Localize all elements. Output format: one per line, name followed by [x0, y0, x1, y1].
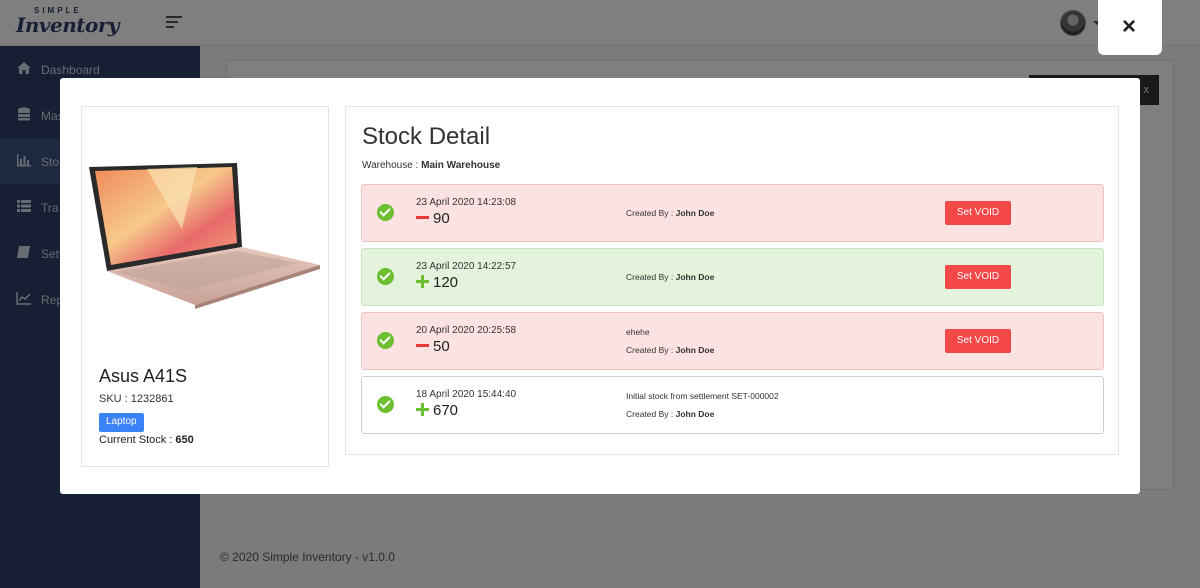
- set-void-button[interactable]: Set VOID: [945, 329, 1011, 353]
- product-sku: SKU : 1232861: [99, 393, 174, 405]
- product-image: [89, 163, 320, 309]
- warehouse-info: Warehouse : Main Warehouse: [362, 160, 500, 171]
- current-stock-label: Current Stock :: [99, 434, 176, 446]
- warehouse-label: Warehouse :: [362, 160, 422, 171]
- entry-date: 23 April 2020 14:22:57: [416, 261, 517, 272]
- created-by-value: John Doe: [675, 409, 715, 419]
- entry-quantity: 670: [416, 402, 458, 420]
- created-by-value: John Doe: [675, 208, 715, 218]
- stock-detail-panel: Stock Detail Warehouse : Main Warehouse …: [345, 106, 1119, 455]
- product-panel: Asus A41S SKU : 1232861 Laptop Current S…: [81, 106, 329, 467]
- entry-quantity: 90: [416, 210, 450, 228]
- created-by-value: John Doe: [675, 345, 715, 355]
- check-circle-icon: [377, 268, 394, 285]
- product-name: Asus A41S: [99, 366, 188, 386]
- page-title: Stock Detail: [362, 123, 491, 150]
- sku-label: SKU :: [99, 393, 131, 405]
- created-by-label: Created By :: [626, 208, 676, 218]
- entry-date: 23 April 2020 14:23:08: [416, 197, 517, 208]
- entry-quantity: 50: [416, 338, 450, 356]
- set-void-button[interactable]: Set VOID: [945, 201, 1011, 225]
- sku-value: 1232861: [130, 393, 174, 405]
- entry-qty-value: 120: [433, 274, 459, 291]
- check-circle-icon: [377, 396, 394, 413]
- stock-entry: 23 April 2020 14:23:08 90 Created By : J…: [361, 184, 1104, 242]
- warehouse-value: Main Warehouse: [421, 160, 501, 171]
- close-icon: ×: [1122, 13, 1137, 40]
- created-by-value: John Doe: [675, 272, 715, 282]
- entry-qty-value: 670: [433, 402, 459, 419]
- entry-created-by: Created By : John Doe: [626, 208, 714, 218]
- entry-note: ehehe: [626, 327, 650, 337]
- entry-date: 18 April 2020 15:44:40: [416, 389, 517, 400]
- entry-qty-value: 50: [433, 338, 450, 355]
- current-stock: Current Stock : 650: [99, 434, 194, 446]
- minus-icon: [416, 339, 429, 352]
- stock-entry: 23 April 2020 14:22:57 120 Created By : …: [361, 248, 1104, 306]
- stock-entry: 20 April 2020 20:25:58 50 ehehe Created …: [361, 312, 1104, 370]
- entry-created-by: Created By : John Doe: [626, 345, 714, 355]
- stock-detail-modal: Asus A41S SKU : 1232861 Laptop Current S…: [60, 78, 1140, 494]
- plus-icon: [416, 403, 429, 416]
- check-circle-icon: [377, 332, 394, 349]
- stock-entry: 18 April 2020 15:44:40 670 Initial stock…: [361, 376, 1104, 434]
- plus-icon: [416, 275, 429, 288]
- close-button[interactable]: ×: [1098, 0, 1162, 55]
- set-void-button[interactable]: Set VOID: [945, 265, 1011, 289]
- category-badge: Laptop: [99, 413, 144, 432]
- current-stock-value: 650: [175, 434, 194, 446]
- entry-created-by: Created By : John Doe: [626, 409, 714, 419]
- created-by-label: Created By :: [626, 345, 676, 355]
- created-by-label: Created By :: [626, 272, 676, 282]
- minus-icon: [416, 211, 429, 224]
- entry-note: Initial stock from settlement SET-000002: [626, 391, 779, 401]
- entry-quantity: 120: [416, 274, 458, 292]
- entry-qty-value: 90: [433, 210, 450, 227]
- check-circle-icon: [377, 204, 394, 221]
- created-by-label: Created By :: [626, 409, 676, 419]
- entry-date: 20 April 2020 20:25:58: [416, 325, 517, 336]
- entry-created-by: Created By : John Doe: [626, 272, 714, 282]
